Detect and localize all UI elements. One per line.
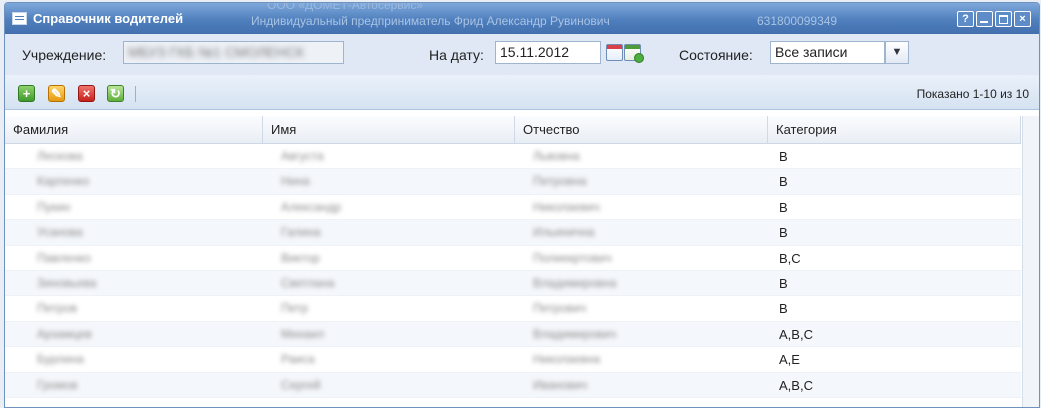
cell-category: A,B,C	[779, 326, 813, 342]
cell-last-name: Усанова	[37, 225, 83, 240]
cell-middle-name: Иванович	[533, 377, 588, 392]
column-header-category[interactable]: Категория	[768, 116, 1021, 143]
background-text-top: ООО «ДОМЕТ-Автосервис»	[267, 2, 424, 12]
grid-header: Фамилия Имя Отчество Категория	[5, 116, 1021, 144]
cell-category: B	[779, 149, 788, 164]
window-title: Справочник водителей	[33, 11, 184, 26]
background-text-number: 631800099349	[757, 14, 838, 28]
maximize-icon	[999, 15, 1008, 24]
cell-middle-name: Николаевна	[533, 352, 601, 367]
cell-middle-name: Полиекртович	[533, 250, 612, 265]
cell-first-name: Михаил	[281, 326, 324, 341]
cell-first-name: Галина	[281, 225, 321, 240]
column-header-first-name[interactable]: Имя	[263, 116, 515, 143]
drivers-directory-window: Справочник водителей ООО «ДОМЕТ-Автосерв…	[4, 2, 1040, 408]
cell-last-name: Громов	[37, 377, 78, 392]
cell-first-name: Виктор	[281, 250, 320, 265]
column-header-middle-name[interactable]: Отчество	[515, 116, 768, 143]
cell-category: A,E	[779, 352, 800, 368]
status-dropdown-button[interactable]: ▼	[885, 41, 909, 64]
pencil-icon: ✎	[51, 86, 62, 101]
toolbar-separator	[135, 86, 136, 102]
institution-label: Учреждение:	[22, 47, 107, 63]
cell-last-name: Лескова	[37, 149, 83, 163]
toolbar: + ✎ × ↻ Показано 1-10 из 10	[5, 75, 1039, 110]
institution-value: МБУЗ ГКБ №1 СМОЛЕНСК	[128, 44, 305, 60]
cell-middle-name: Ильинична	[533, 225, 595, 240]
status-label: Состояние:	[679, 47, 753, 63]
cell-last-name: Карпенко	[37, 174, 90, 189]
grid-rows: Лескова Августа Львовна B Карпенко Нина …	[5, 144, 1021, 398]
cell-last-name: Пукин	[37, 199, 71, 214]
plus-icon: +	[22, 86, 31, 101]
delete-icon: ×	[82, 86, 91, 101]
cell-category: B	[779, 225, 788, 241]
cell-last-name: Арзамцев	[37, 326, 92, 341]
status-value: Все записи	[775, 44, 848, 60]
paging-info: Показано 1-10 из 10	[916, 87, 1029, 101]
help-button[interactable]: ?	[957, 11, 974, 27]
table-row[interactable]: Арзамцев Михаил Владимирович A,B,C	[5, 321, 1021, 348]
table-row[interactable]: Лескова Августа Львовна B	[5, 144, 1021, 170]
cell-last-name: Бурлина	[37, 352, 84, 367]
cell-category: B	[779, 275, 788, 291]
cell-first-name: Раиса	[281, 352, 315, 367]
cell-category: A,B,C	[779, 377, 813, 393]
table-row[interactable]: Павленко Виктор Полиекртович B,C	[5, 246, 1021, 271]
cell-last-name: Петров	[37, 301, 78, 316]
cell-category: B	[779, 301, 788, 317]
status-select[interactable]: Все записи	[770, 41, 885, 64]
date-value: 15.11.2012	[500, 44, 570, 60]
cell-category: B,C	[779, 250, 801, 266]
cell-middle-name: Владимирович	[533, 326, 617, 341]
delete-button[interactable]: ×	[78, 85, 95, 102]
cell-first-name: Александр	[281, 199, 342, 214]
cell-first-name: Сергей	[281, 377, 321, 392]
cell-last-name: Павленко	[37, 250, 91, 265]
close-button[interactable]: ×	[1014, 11, 1031, 27]
table-row[interactable]: Бурлина Раиса Николаевна A,E	[5, 347, 1021, 373]
cell-last-name: Зиновьева	[37, 275, 97, 290]
table-row[interactable]: Усанова Галина Ильинична B	[5, 220, 1021, 246]
minimize-button[interactable]	[976, 11, 993, 27]
minimize-icon	[980, 21, 988, 23]
table-row[interactable]: Карпенко Нина Петровна B	[5, 169, 1021, 195]
drivers-grid: Фамилия Имя Отчество Категория Лескова А…	[5, 110, 1039, 407]
cell-middle-name: Петровна	[533, 174, 587, 189]
column-header-last-name[interactable]: Фамилия	[5, 116, 263, 143]
cell-middle-name: Львовна	[533, 149, 580, 163]
cell-first-name: Августа	[281, 149, 324, 163]
cell-category: B	[779, 199, 788, 215]
edit-button[interactable]: ✎	[48, 85, 65, 102]
date-label: На дату:	[429, 47, 484, 63]
cell-first-name: Нина	[281, 174, 310, 189]
filter-bar: Учреждение: МБУЗ ГКБ №1 СМОЛЕНСК На дату…	[5, 34, 1039, 76]
chevron-down-icon: ▼	[891, 46, 903, 58]
add-button[interactable]: +	[18, 85, 35, 102]
grid-scrollbar[interactable]	[1022, 116, 1039, 407]
date-input[interactable]: 15.11.2012	[495, 41, 601, 64]
maximize-button[interactable]	[995, 11, 1012, 27]
institution-field[interactable]: МБУЗ ГКБ №1 СМОЛЕНСК	[123, 41, 344, 64]
table-row[interactable]: Петров Петр Петрович B	[5, 296, 1021, 322]
cell-middle-name: Петрович	[533, 301, 587, 316]
cell-category: B	[779, 174, 788, 190]
table-row[interactable]: Пукин Александр Николаевич B	[5, 195, 1021, 221]
refresh-button[interactable]: ↻	[107, 85, 124, 102]
calendar-refresh-icon[interactable]	[624, 44, 644, 63]
cell-middle-name: Николаевич	[533, 199, 600, 214]
window-list-icon	[12, 12, 27, 25]
cell-first-name: Петр	[281, 301, 309, 316]
background-text-entrepreneur: Индивидуальный предприниматель Фрид Алек…	[251, 14, 610, 28]
table-row[interactable]: Зиновьева Светлана Владимировна B	[5, 270, 1021, 297]
cell-middle-name: Владимировна	[533, 275, 617, 290]
table-row[interactable]: Громов Сергей Иванович A,B,C	[5, 372, 1021, 398]
cell-first-name: Светлана	[281, 275, 335, 290]
refresh-icon: ↻	[110, 86, 121, 101]
calendar-icon[interactable]	[606, 44, 623, 61]
window-titlebar[interactable]: Справочник водителей ООО «ДОМЕТ-Автосерв…	[5, 3, 1039, 34]
